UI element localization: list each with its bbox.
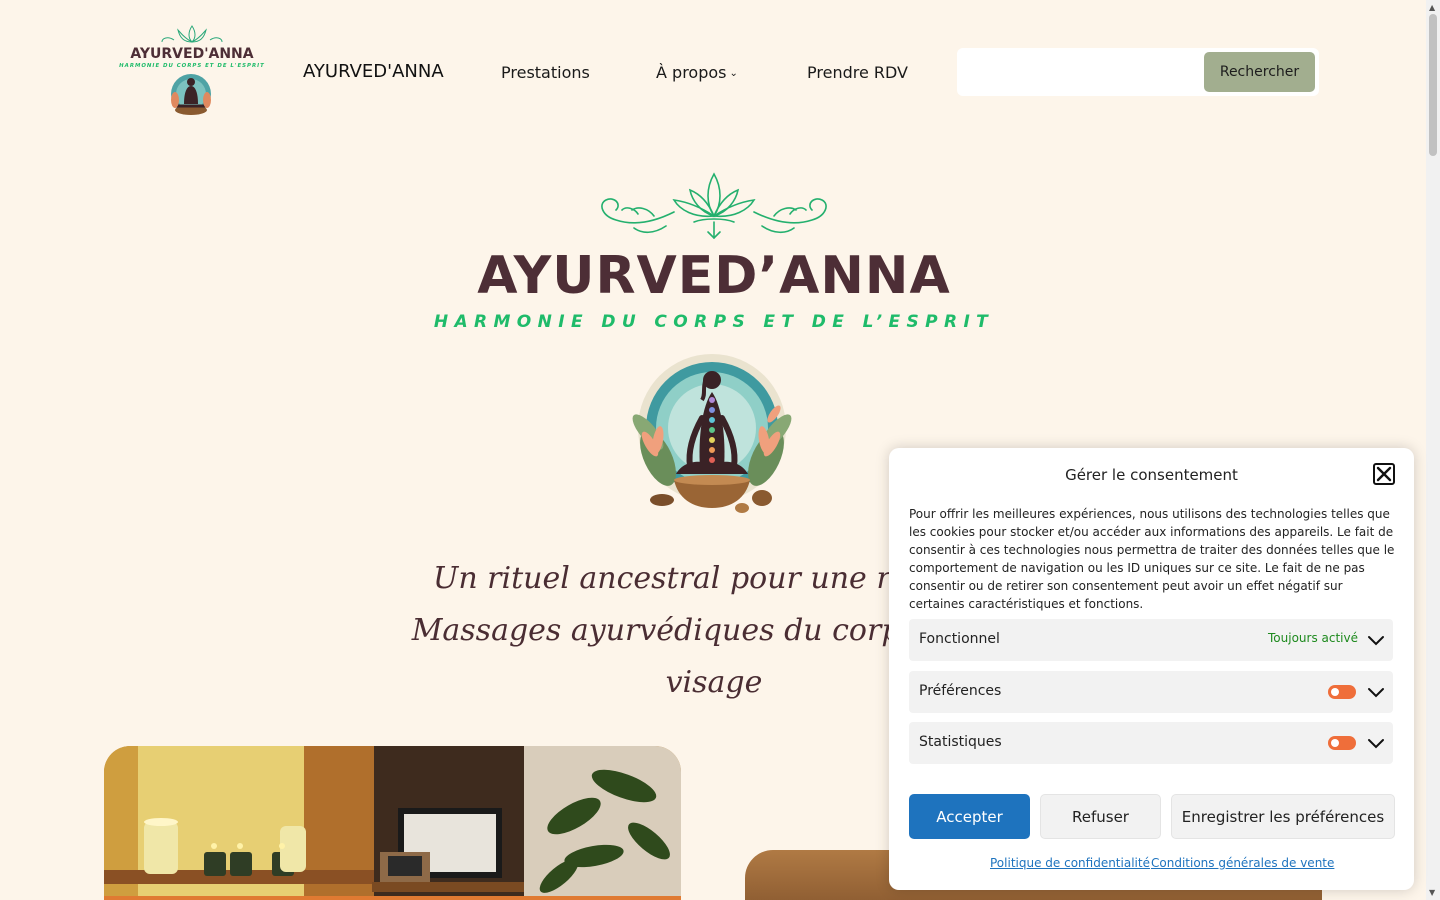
site-title[interactable]: AYURVED'ANNA — [303, 61, 444, 82]
search-form: Rechercher — [957, 48, 1319, 96]
chevron-down-icon[interactable] — [1367, 632, 1385, 648]
always-active-status: Toujours activé — [1268, 631, 1358, 645]
toggle-knob — [1331, 739, 1339, 747]
page-scrollbar[interactable]: ▲ ▼ — [1426, 0, 1440, 900]
consent-category-fonctionnel[interactable]: Fonctionnel Toujours activé — [909, 619, 1393, 661]
close-icon — [1376, 466, 1392, 482]
category-label: Statistiques — [919, 734, 1002, 750]
toggle-knob — [1331, 688, 1339, 696]
close-button[interactable] — [1373, 463, 1395, 485]
hero-title: AYURVED’ANNA — [477, 246, 951, 306]
hero-subtitle: HARMONIE DU CORPS ET DE L’ESPRIT — [433, 312, 995, 332]
nav-prestations-label: Prestations — [501, 63, 590, 82]
category-label: Préférences — [919, 683, 1002, 699]
meditation-emblem-image — [632, 354, 792, 513]
statistics-toggle[interactable] — [1328, 736, 1356, 750]
scrollbar-thumb[interactable] — [1429, 14, 1437, 156]
logo-tagline: HARMONIE DU CORPS ET DE L'ESPRIT — [119, 63, 265, 69]
privacy-policy-link[interactable]: Politique de confidentialité — [990, 856, 1150, 870]
chevron-down-icon: ⌄ — [729, 68, 738, 79]
consent-title: Gérer le consentement — [1065, 466, 1238, 484]
nav-prendre-rdv-label: Prendre RDV — [807, 63, 908, 82]
nav-prestations[interactable]: Prestations — [501, 63, 590, 82]
search-input[interactable] — [963, 54, 1203, 90]
save-preferences-button[interactable]: Enregistrer les préférences — [1171, 794, 1395, 839]
massage-room-photo — [104, 746, 681, 900]
cookie-consent-dialog: Gérer le consentement Pour offrir les me… — [889, 448, 1414, 890]
category-label: Fonctionnel — [919, 631, 1000, 647]
terms-of-sale-link[interactable]: Conditions générales de vente — [1151, 856, 1334, 870]
refuse-button[interactable]: Refuser — [1040, 794, 1161, 839]
site-logo[interactable]: AYURVED'ANNA HARMONIE DU CORPS ET DE L'E… — [118, 22, 266, 122]
nav-prendre-rdv[interactable]: Prendre RDV — [807, 63, 908, 82]
lotus-ornament-icon — [601, 172, 827, 240]
nav-a-propos[interactable]: À propos ⌄ — [656, 63, 738, 82]
scroll-down-arrow-icon[interactable]: ▼ — [1429, 888, 1435, 897]
preferences-toggle[interactable] — [1328, 685, 1356, 699]
consent-category-statistiques[interactable]: Statistiques — [909, 722, 1393, 764]
scroll-up-arrow-icon[interactable]: ▲ — [1429, 3, 1435, 12]
chevron-down-icon[interactable] — [1367, 684, 1385, 700]
nav-a-propos-label: À propos — [656, 63, 727, 82]
accept-button[interactable]: Accepter — [909, 794, 1030, 839]
logo-text: AYURVED'ANNA — [130, 46, 253, 62]
consent-category-preferences[interactable]: Préférences — [909, 671, 1393, 713]
search-button[interactable]: Rechercher — [1204, 52, 1315, 92]
consent-description: Pour offrir les meilleures expériences, … — [909, 507, 1395, 611]
chevron-down-icon[interactable] — [1367, 735, 1385, 751]
